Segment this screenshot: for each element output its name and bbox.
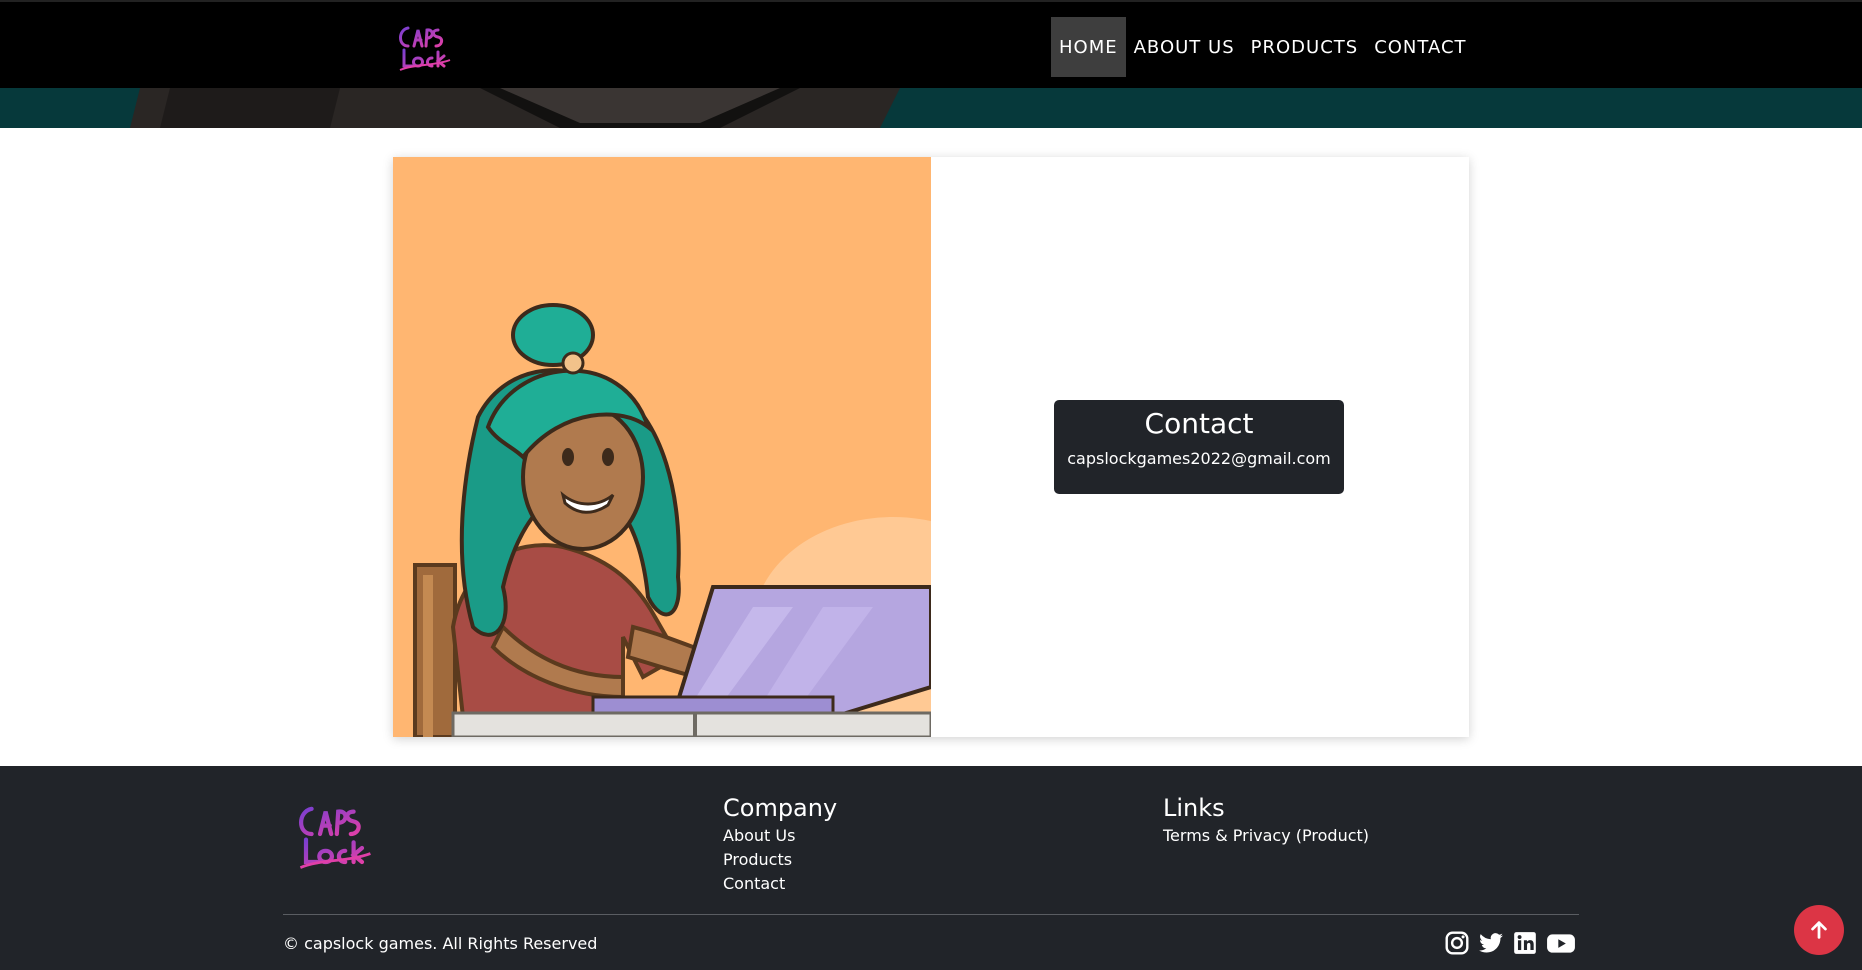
instagram-icon[interactable]	[1444, 930, 1470, 956]
contact-panel: Contact capslockgames2022@gmail.com	[931, 157, 1469, 737]
contact-info-box: Contact capslockgames2022@gmail.com	[1054, 400, 1344, 494]
footer-company-heading: Company	[723, 794, 838, 822]
footer-divider	[283, 914, 1579, 915]
main-nav: HOME ABOUT US PRODUCTS CONTACT	[1051, 17, 1475, 77]
footer-company-column: Company About Us Products Contact	[723, 792, 837, 896]
youtube-icon[interactable]	[1546, 930, 1575, 956]
footer-capslock-logo[interactable]	[288, 792, 380, 876]
social-links	[1444, 930, 1575, 956]
back-to-top-button[interactable]	[1794, 905, 1844, 955]
hero-banner-strip	[0, 88, 1862, 128]
twitter-icon[interactable]	[1478, 930, 1504, 956]
arrow-up-icon	[1811, 921, 1827, 939]
footer-link-products[interactable]: Products	[723, 848, 837, 872]
contact-email[interactable]: capslockgames2022@gmail.com	[1054, 444, 1344, 474]
capslock-logo[interactable]	[394, 16, 454, 76]
girl-at-laptop-illustration	[393, 157, 931, 737]
nav-products[interactable]: PRODUCTS	[1243, 17, 1367, 77]
footer: Company About Us Products Contact Links …	[0, 766, 1862, 970]
footer-link-terms-privacy[interactable]: Terms & Privacy (Product)	[1163, 824, 1369, 848]
footer-link-about-us[interactable]: About Us	[723, 824, 837, 848]
nav-contact[interactable]: CONTACT	[1366, 17, 1474, 77]
contact-title: Contact	[1144, 407, 1254, 440]
contact-card: Contact capslockgames2022@gmail.com	[393, 157, 1469, 737]
linkedin-icon[interactable]	[1512, 930, 1538, 956]
footer-links-column: Links Terms & Privacy (Product)	[1163, 792, 1369, 848]
copyright-text: © capslock games. All Rights Reserved	[283, 934, 598, 953]
nav-about-us[interactable]: ABOUT US	[1126, 17, 1243, 77]
nav-home[interactable]: HOME	[1051, 17, 1126, 77]
footer-link-contact[interactable]: Contact	[723, 872, 837, 896]
footer-links-heading: Links	[1163, 794, 1225, 822]
navbar: HOME ABOUT US PRODUCTS CONTACT	[0, 0, 1862, 88]
